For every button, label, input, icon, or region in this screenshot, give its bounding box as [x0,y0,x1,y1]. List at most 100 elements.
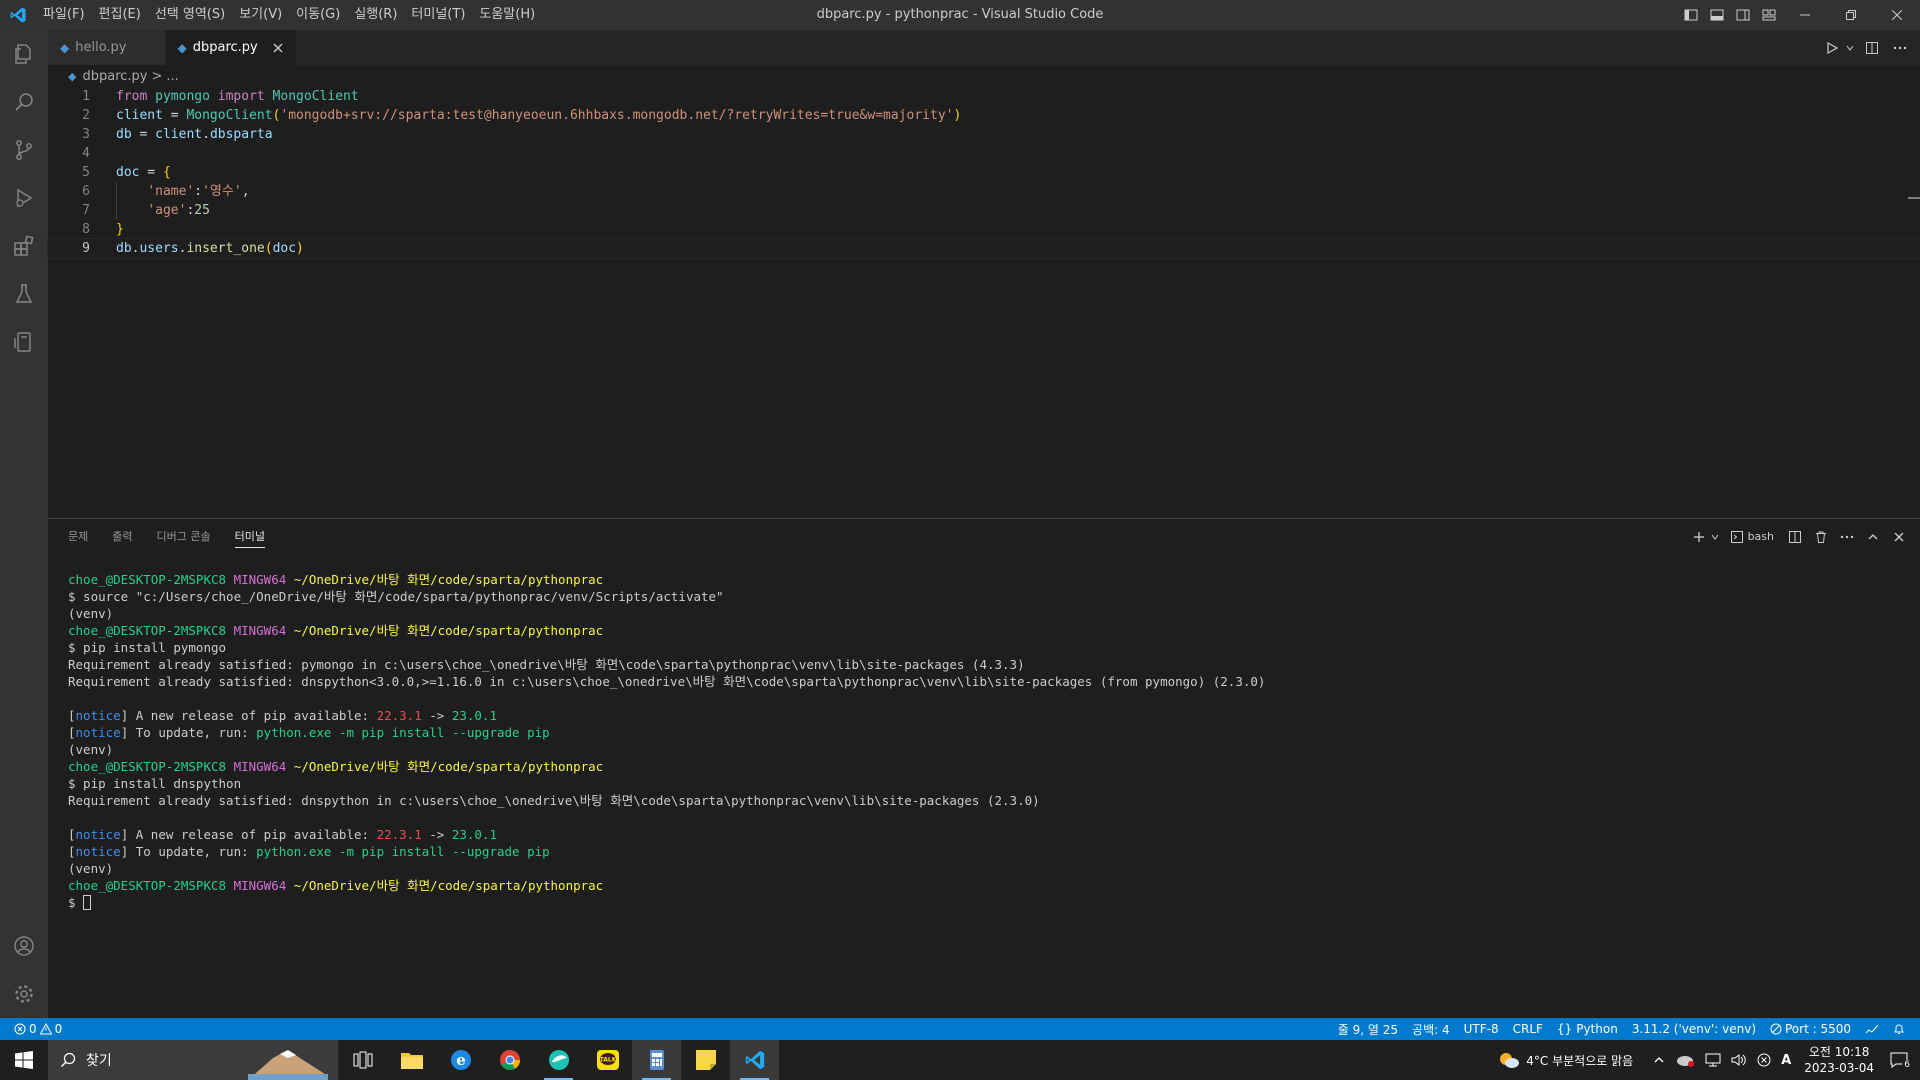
menu-bar: 파일(F) 편집(E) 선택 영역(S) 보기(V) 이동(G) 실행(R) 터미널(T) 도… [36,0,542,30]
remote-explorer-icon[interactable] [0,318,48,366]
editor-tab-bar: ◆ hello.py ◆ dbparc.py [48,30,1920,65]
tab-terminal[interactable]: 터미널 [234,519,266,554]
tab-problems[interactable]: 문제 [68,519,88,554]
security-shield-icon[interactable] [1752,1053,1776,1067]
restore-button[interactable] [1828,0,1874,30]
menu-item-3[interactable]: 보기(V) [232,0,289,30]
testing-flask-icon[interactable] [0,270,48,318]
explorer-icon[interactable] [0,30,48,78]
breadcrumb-file[interactable]: dbparc.py [82,69,147,84]
vscode-taskbar-icon[interactable] [730,1040,779,1080]
split-terminal-icon[interactable] [1784,526,1806,548]
close-panel-icon[interactable] [1888,526,1910,548]
code-line[interactable]: 7 'age':25 [48,201,1920,220]
kakaotalk-icon[interactable]: TALK [583,1040,632,1080]
close-icon[interactable] [270,40,286,56]
tab-hello-py[interactable]: ◆ hello.py [48,30,166,65]
customize-layout-icon[interactable] [1756,0,1782,30]
code-text: 'name':'영수', [116,182,249,201]
code-line[interactable]: 9 db.users.insert_one(doc) [47,238,1920,259]
windows-start-icon[interactable] [0,1040,48,1080]
menu-item-4[interactable]: 이동(G) [289,0,347,30]
split-editor-icon[interactable] [1860,36,1884,60]
bird-app-icon[interactable] [534,1040,583,1080]
input-method-indicator[interactable]: A [1776,1053,1796,1068]
code-line[interactable]: 6 'name':'영수', [48,182,1920,201]
toggle-secondary-sidebar-icon[interactable] [1730,0,1756,30]
accounts-icon[interactable] [0,922,48,970]
code-line[interactable]: 4 [48,144,1920,163]
menu-item-1[interactable]: 편집(E) [92,0,148,30]
menu-item-7[interactable]: 도움말(H) [472,0,542,30]
toggle-primary-sidebar-icon[interactable] [1678,0,1704,30]
menu-item-5[interactable]: 실행(R) [347,0,404,30]
code-token: '영수' [202,184,242,199]
clock-date: 2023-03-04 [1804,1061,1874,1075]
maximize-panel-icon[interactable] [1862,526,1884,548]
status-bar: 0 0 줄 9, 열 25 공백: 4 UTF-8 CRLF {} Python… [0,1018,1920,1040]
taskbar-search-box[interactable]: 찾기 [48,1040,338,1080]
terminal-text: 22.3.1 [376,708,422,723]
source-control-icon[interactable] [0,126,48,174]
code-line[interactable]: 2 client = MongoClient('mongodb+srv://spa… [48,106,1920,125]
chevron-up-icon[interactable] [1648,1054,1670,1066]
extensions-icon[interactable] [0,222,48,270]
calculator-app-icon[interactable] [632,1040,681,1080]
notification-center-icon[interactable]: 6 [1882,1052,1920,1070]
volume-icon[interactable] [1726,1053,1752,1067]
minimize-button[interactable] [1782,0,1828,30]
task-view-icon[interactable] [338,1040,387,1080]
run-python-file-icon[interactable] [1820,36,1844,60]
toggle-panel-icon[interactable] [1704,0,1730,30]
onedrive-cloud-icon[interactable] [1670,1053,1700,1067]
code-line[interactable]: 3 db = client.dbsparta [48,125,1920,144]
file-explorer-icon[interactable] [387,1040,436,1080]
close-window-button[interactable] [1874,0,1920,30]
problems-status[interactable]: 0 0 [14,1022,69,1036]
encoding[interactable]: UTF-8 [1457,1022,1506,1036]
indentation[interactable]: 공백: 4 [1405,1021,1457,1038]
manage-gear-icon[interactable] [0,970,48,1018]
breadcrumb-symbols[interactable]: ... [166,69,178,84]
tab-output[interactable]: 출력 [112,519,132,554]
menu-item-0[interactable]: 파일(F) [36,0,92,30]
terminal-output[interactable]: choe_@DESKTOP-2MSPKC8 MINGW64 ~/OneDrive… [68,571,1908,911]
end-of-line[interactable]: CRLF [1506,1022,1550,1036]
sticky-notes-icon[interactable] [681,1040,730,1080]
terminal-text: -> [421,708,452,723]
notifications-bell-icon[interactable] [1886,1023,1912,1035]
code-line[interactable]: 1 from pymongo import MongoClient [48,87,1920,106]
edge-browser-icon[interactable]: e [436,1040,485,1080]
language-mode[interactable]: {} Python [1550,1022,1625,1036]
code-editor[interactable]: 1 from pymongo import MongoClient 2 client … [47,87,1920,517]
code-line[interactable]: 5 doc = { [48,163,1920,182]
live-server-port[interactable]: Port : 5500 [1763,1022,1858,1036]
run-debug-icon[interactable] [0,174,48,222]
terminal-text: ~/OneDrive/바탕 화면/code/sparta/pythonprac [293,759,604,774]
more-actions-icon[interactable] [1836,526,1858,548]
tab-debug-console[interactable]: 디버그 콘솔 [157,519,211,554]
menu-item-6[interactable]: 터미널(T) [404,0,472,30]
weather-widget[interactable]: 4°C 부분적으로 맑음 [1493,1051,1638,1069]
feedback-icon[interactable] [1858,1023,1886,1035]
vscode-logo-icon[interactable] [0,0,36,30]
new-terminal-icon[interactable] [1688,526,1710,548]
terminal-line: $ [68,894,1908,911]
python-interpreter[interactable]: 3.11.2 ('venv': venv) [1625,1022,1763,1036]
chevron-down-icon[interactable] [1710,526,1720,548]
chevron-down-icon[interactable] [1844,36,1856,60]
more-actions-icon[interactable] [1888,36,1912,60]
cursor-position[interactable]: 줄 9, 열 25 [1331,1021,1405,1038]
chrome-browser-icon[interactable] [485,1040,534,1080]
menu-item-2[interactable]: 선택 영역(S) [148,0,232,30]
editor-scrollbar[interactable] [1906,87,1920,517]
network-icon[interactable] [1700,1053,1726,1067]
terminal-shell-selector[interactable]: bash [1730,526,1774,548]
taskbar-clock[interactable]: 오전 10:18 2023-03-04 [1796,1044,1882,1076]
code-line[interactable]: 8} [48,220,1920,239]
trash-icon[interactable] [1810,526,1832,548]
tab-dbparc-py[interactable]: ◆ dbparc.py [165,30,297,65]
search-icon[interactable] [0,78,48,126]
terminal-text: [ [68,827,76,842]
terminal-text: -> [421,827,452,842]
